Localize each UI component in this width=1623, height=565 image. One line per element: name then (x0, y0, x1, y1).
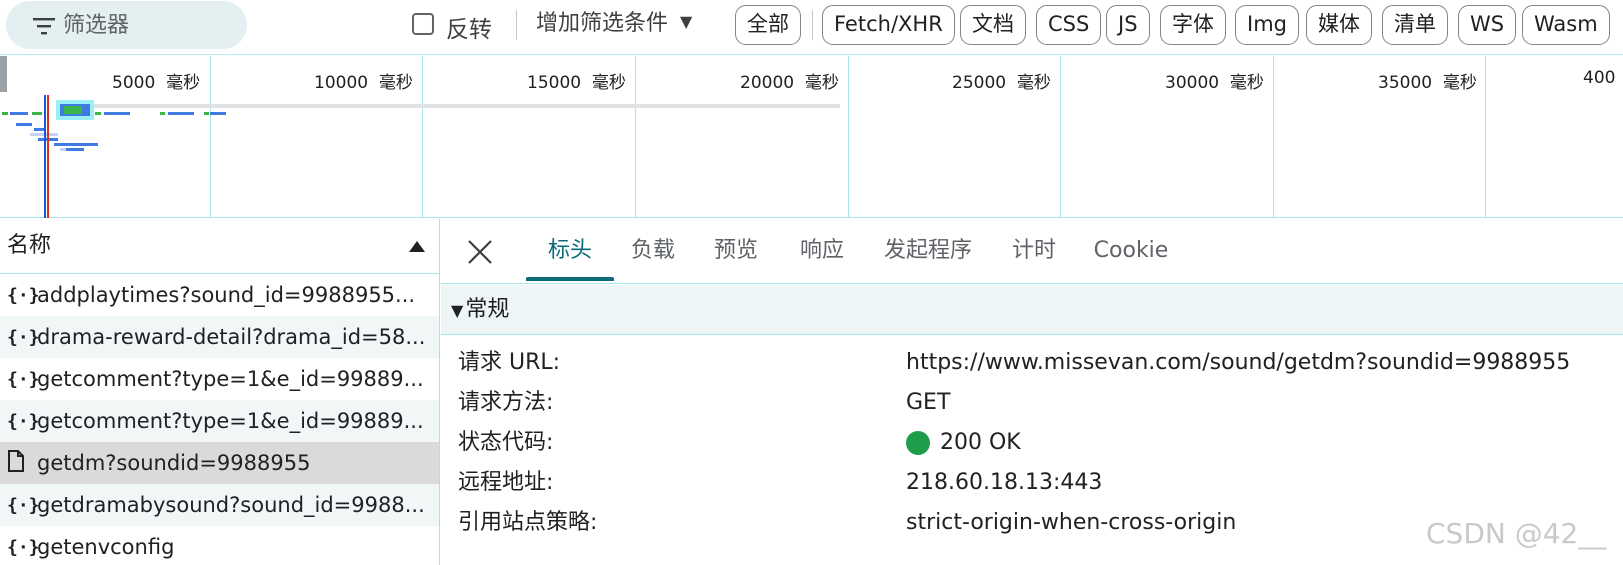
waterfall-bar (32, 112, 42, 115)
request-row[interactable]: {·} getcomment?type=1&e_id=99889... (0, 358, 439, 400)
fetch-icon: {·} (7, 494, 40, 516)
overview-left-handle (0, 56, 7, 92)
name-column-header[interactable]: 名称 (0, 219, 439, 274)
dom-content-loaded-marker (44, 95, 46, 218)
waterfall-bar (204, 112, 209, 115)
invert-checkbox[interactable] (412, 13, 434, 35)
tab-response[interactable]: 响应 (792, 219, 852, 283)
watermark: CSDN @42__ (1426, 517, 1607, 550)
request-name: getcomment?type=1&e_id=99889... (37, 409, 424, 433)
request-row[interactable]: {·} drama-reward-detail?drama_id=58... (0, 316, 439, 358)
waterfall-overview (0, 56, 840, 218)
filter-input[interactable] (63, 7, 238, 43)
fetch-icon: {·} (7, 284, 40, 306)
type-filter-css[interactable]: CSS (1036, 5, 1102, 45)
waterfall-bar (16, 123, 32, 126)
waterfall-bar (66, 148, 84, 151)
request-row[interactable]: {·} getenvconfig (0, 526, 439, 565)
tab-cookies[interactable]: Cookie (1089, 219, 1173, 283)
request-name: getdramabysound?sound_id=9988... (37, 493, 425, 517)
type-filter-manifest[interactable]: 清单 (1382, 5, 1448, 45)
header-row-status-code: 状态代码: 200 OK (441, 423, 1623, 463)
general-section-header[interactable]: ▼常规 (441, 285, 1623, 335)
waterfall-bar (210, 112, 226, 115)
type-filter-doc[interactable]: 文档 (960, 5, 1026, 45)
waterfall-bar (54, 143, 98, 146)
sort-ascending-icon (409, 241, 425, 252)
add-filter-button[interactable]: 增加筛选条件 ▼ (536, 5, 692, 37)
waterfall-bar (104, 112, 130, 115)
request-list: 名称 {·} addplaytimes?sound_id=9988955... … (0, 219, 440, 565)
details-tabbar: 标头 负载 预览 响应 发起程序 计时 Cookie (441, 219, 1623, 284)
request-name: getdm?soundid=9988955 (37, 451, 311, 475)
request-details: 标头 负载 预览 响应 发起程序 计时 Cookie ▼常规 请求 URL: h… (441, 219, 1623, 565)
fetch-icon: {·} (7, 368, 40, 390)
header-row-remote-address: 远程地址: 218.60.18.13:443 (441, 463, 1623, 503)
invert-label: 反转 (446, 17, 492, 43)
load-marker (47, 95, 49, 218)
header-value[interactable]: 218.60.18.13:443 (906, 463, 1102, 503)
tab-payload[interactable]: 负载 (623, 219, 683, 283)
fetch-icon: {·} (7, 410, 40, 432)
waterfall-bar (34, 128, 44, 131)
type-filter-ws[interactable]: WS (1458, 5, 1517, 45)
network-toolbar: 反转 增加筛选条件 ▼ 全部 Fetch/XHR 文档 CSS JS 字体 Im… (0, 0, 1623, 55)
tab-headers[interactable]: 标头 (526, 219, 614, 283)
header-key: 远程地址: (458, 470, 554, 495)
request-name: addplaytimes?sound_id=9988955... (37, 283, 416, 307)
filter-box[interactable] (6, 1, 247, 49)
active-tab-indicator (526, 277, 614, 281)
request-row[interactable]: {·} getcomment?type=1&e_id=99889... (0, 400, 439, 442)
header-row-request-url: 请求 URL: https://www.missevan.com/sound/g… (441, 343, 1623, 383)
header-value[interactable]: https://www.missevan.com/sound/getdm?sou… (906, 343, 1570, 383)
filter-icon (33, 18, 55, 35)
fetch-icon: {·} (7, 536, 40, 558)
request-row[interactable]: {·} getdramabysound?sound_id=9988... (0, 484, 439, 526)
type-filter-fetch-xhr[interactable]: Fetch/XHR (822, 5, 955, 45)
header-key: 状态代码: (458, 430, 554, 455)
tab-preview[interactable]: 预览 (705, 219, 767, 283)
header-value[interactable]: GET (906, 383, 950, 423)
waterfall-bar (10, 112, 28, 115)
tab-initiator[interactable]: 发起程序 (873, 219, 983, 283)
chip-divider (812, 10, 813, 40)
type-filter-js[interactable]: JS (1106, 5, 1150, 45)
type-filter-img[interactable]: Img (1235, 5, 1299, 45)
type-filter-all[interactable]: 全部 (735, 5, 801, 45)
close-icon[interactable] (465, 237, 495, 267)
request-row[interactable]: {·} addplaytimes?sound_id=9988955... (0, 274, 439, 316)
header-row-request-method: 请求方法: GET (441, 383, 1623, 423)
triangle-down-icon: ▼ (451, 301, 464, 320)
status-ok-icon (906, 431, 930, 455)
header-value[interactable]: 200 OK (906, 423, 1021, 463)
tab-timing[interactable]: 计时 (1004, 219, 1064, 283)
waterfall-bar (2, 112, 8, 115)
overview-track (60, 104, 840, 108)
header-key: 引用站点策略: (458, 510, 598, 535)
type-filter-font[interactable]: 字体 (1160, 5, 1226, 45)
request-name: getenvconfig (37, 535, 175, 559)
toolbar-divider (516, 10, 517, 40)
network-overview[interactable]: 5000 毫秒 10000 毫秒 15000 毫秒 20000 毫秒 25000… (0, 56, 1623, 218)
document-icon (7, 449, 37, 477)
waterfall-bar (160, 112, 165, 115)
waterfall-bar (168, 112, 194, 115)
caret-down-icon: ▼ (680, 11, 693, 31)
waterfall-bar (64, 106, 82, 114)
section-title: 常规 (465, 297, 510, 322)
type-filter-wasm[interactable]: Wasm (1522, 5, 1610, 45)
add-filter-label: 增加筛选条件 (536, 11, 669, 36)
devtools-network-panel: 反转 增加筛选条件 ▼ 全部 Fetch/XHR 文档 CSS JS 字体 Im… (0, 0, 1623, 565)
waterfall-bar (95, 112, 101, 115)
header-value[interactable]: strict-origin-when-cross-origin (906, 503, 1236, 543)
name-column-label: 名称 (7, 233, 52, 258)
request-name: getcomment?type=1&e_id=99889... (37, 367, 424, 391)
request-row-selected[interactable]: getdm?soundid=9988955 (0, 442, 439, 484)
fetch-icon: {·} (7, 326, 40, 348)
header-key: 请求方法: (458, 390, 554, 415)
request-name: drama-reward-detail?drama_id=58... (37, 325, 426, 349)
header-key: 请求 URL: (458, 350, 561, 375)
type-filter-media[interactable]: 媒体 (1306, 5, 1372, 45)
